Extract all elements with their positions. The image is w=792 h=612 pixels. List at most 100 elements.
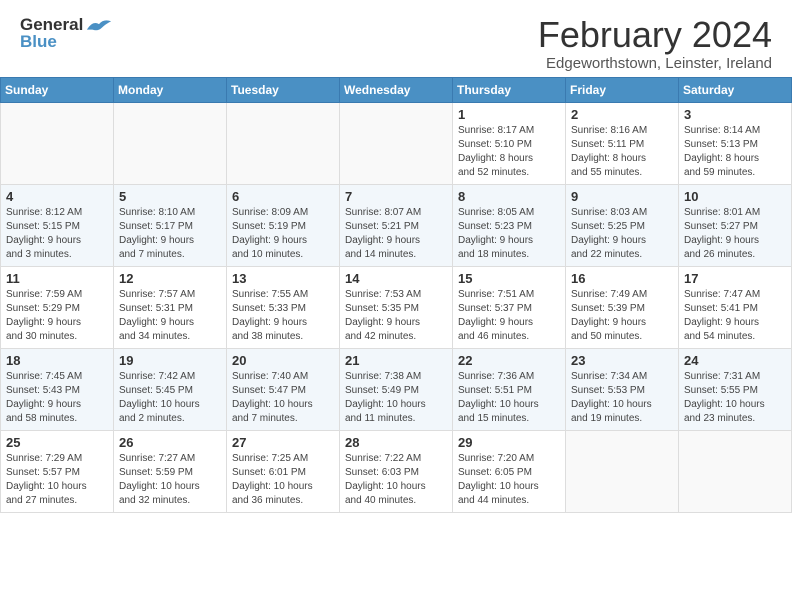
calendar-day-cell: 26Sunrise: 7:27 AM Sunset: 5:59 PM Dayli…	[114, 430, 227, 512]
calendar-day-cell: 17 Sunrise: 7:47 AM Sunset: 5:41 PM Dayli…	[679, 266, 792, 348]
day-number: 13	[232, 271, 334, 286]
day-number: 9	[571, 189, 673, 204]
calendar-day-cell: 5 Sunrise: 8:10 AM Sunset: 5:17 PM Daylig…	[114, 184, 227, 266]
day-number: 11	[6, 271, 108, 286]
calendar-day-cell: 24Sunrise: 7:31 AM Sunset: 5:55 PM Dayli…	[679, 348, 792, 430]
day-info: Sunrise: 7:38 AM Sunset: 5:49 PM Dayligh…	[345, 370, 447, 426]
calendar-day-cell: 20 Sunrise: 7:40 AM Sunset: 5:47 PM Dayli…	[227, 348, 340, 430]
day-number: 3	[684, 107, 786, 122]
logo-blue-text: Blue	[20, 32, 57, 52]
day-number: 17	[684, 271, 786, 286]
calendar-day-cell	[340, 102, 453, 184]
day-info: Sunrise: 7:20 AM Sunset: 6:05 PM Dayligh…	[458, 452, 560, 508]
calendar-day-cell: 25Sunrise: 7:29 AM Sunset: 5:57 PM Dayli…	[1, 430, 114, 512]
day-number: 28	[345, 435, 447, 450]
day-info: Sunrise: 7:59 AM Sunset: 5:29 PM Dayligh…	[6, 288, 108, 344]
calendar-day-cell: 15 Sunrise: 7:51 AM Sunset: 5:37 PM Dayli…	[453, 266, 566, 348]
day-number: 12	[119, 271, 221, 286]
day-info: Sunrise: 7:53 AM Sunset: 5:35 PM Dayligh…	[345, 288, 447, 344]
logo: General Blue	[20, 15, 113, 52]
calendar-day-cell: 16 Sunrise: 7:49 AM Sunset: 5:39 PM Dayli…	[566, 266, 679, 348]
day-info: Sunrise: 8:03 AM Sunset: 5:25 PM Dayligh…	[571, 206, 673, 262]
day-number: 8	[458, 189, 560, 204]
day-info: Sunrise: 7:31 AM Sunset: 5:55 PM Dayligh…	[684, 370, 786, 426]
day-number: 29	[458, 435, 560, 450]
calendar-day-cell	[566, 430, 679, 512]
day-info: Sunrise: 7:25 AM Sunset: 6:01 PM Dayligh…	[232, 452, 334, 508]
calendar-day-cell: 21 Sunrise: 7:38 AM Sunset: 5:49 PM Dayli…	[340, 348, 453, 430]
day-info: Sunrise: 7:55 AM Sunset: 5:33 PM Dayligh…	[232, 288, 334, 344]
day-number: 16	[571, 271, 673, 286]
day-of-week-header: Saturday	[679, 77, 792, 102]
calendar-day-cell: 12 Sunrise: 7:57 AM Sunset: 5:31 PM Dayli…	[114, 266, 227, 348]
day-number: 21	[345, 353, 447, 368]
day-of-week-header: Wednesday	[340, 77, 453, 102]
day-info: Sunrise: 8:01 AM Sunset: 5:27 PM Dayligh…	[684, 206, 786, 262]
day-info: Sunrise: 7:47 AM Sunset: 5:41 PM Dayligh…	[684, 288, 786, 344]
calendar-day-cell	[679, 430, 792, 512]
calendar-header-row: SundayMondayTuesdayWednesdayThursdayFrid…	[1, 77, 792, 102]
day-info: Sunrise: 8:14 AM Sunset: 5:13 PM Dayligh…	[684, 124, 786, 180]
calendar-table: SundayMondayTuesdayWednesdayThursdayFrid…	[0, 77, 792, 513]
day-of-week-header: Tuesday	[227, 77, 340, 102]
day-info: Sunrise: 8:16 AM Sunset: 5:11 PM Dayligh…	[571, 124, 673, 180]
day-info: Sunrise: 7:34 AM Sunset: 5:53 PM Dayligh…	[571, 370, 673, 426]
title-block: February 2024 Edgeworthstown, Leinster, …	[538, 15, 772, 72]
day-info: Sunrise: 8:10 AM Sunset: 5:17 PM Dayligh…	[119, 206, 221, 262]
calendar-day-cell: 29 Sunrise: 7:20 AM Sunset: 6:05 PM Dayli…	[453, 430, 566, 512]
day-info: Sunrise: 8:12 AM Sunset: 5:15 PM Dayligh…	[6, 206, 108, 262]
day-info: Sunrise: 7:27 AM Sunset: 5:59 PM Dayligh…	[119, 452, 221, 508]
calendar-day-cell: 4 Sunrise: 8:12 AM Sunset: 5:15 PM Daylig…	[1, 184, 114, 266]
calendar-day-cell: 14Sunrise: 7:53 AM Sunset: 5:35 PM Dayli…	[340, 266, 453, 348]
day-number: 20	[232, 353, 334, 368]
page-header: General Blue February 2024 Edgeworthstow…	[0, 0, 792, 77]
logo-bird-icon	[85, 16, 113, 34]
day-info: Sunrise: 7:51 AM Sunset: 5:37 PM Dayligh…	[458, 288, 560, 344]
calendar-day-cell: 18 Sunrise: 7:45 AM Sunset: 5:43 PM Dayli…	[1, 348, 114, 430]
calendar-day-cell: 2 Sunrise: 8:16 AM Sunset: 5:11 PM Daylig…	[566, 102, 679, 184]
month-title: February 2024	[538, 15, 772, 55]
calendar-day-cell	[114, 102, 227, 184]
day-number: 2	[571, 107, 673, 122]
calendar-day-cell: 28 Sunrise: 7:22 AM Sunset: 6:03 PM Dayli…	[340, 430, 453, 512]
calendar-day-cell: 13 Sunrise: 7:55 AM Sunset: 5:33 PM Dayli…	[227, 266, 340, 348]
calendar-day-cell: 6Sunrise: 8:09 AM Sunset: 5:19 PM Daylig…	[227, 184, 340, 266]
day-of-week-header: Thursday	[453, 77, 566, 102]
calendar-week-row: 18 Sunrise: 7:45 AM Sunset: 5:43 PM Dayli…	[1, 348, 792, 430]
day-info: Sunrise: 7:49 AM Sunset: 5:39 PM Dayligh…	[571, 288, 673, 344]
calendar-day-cell: 9 Sunrise: 8:03 AM Sunset: 5:25 PM Daylig…	[566, 184, 679, 266]
day-number: 19	[119, 353, 221, 368]
day-info: Sunrise: 7:36 AM Sunset: 5:51 PM Dayligh…	[458, 370, 560, 426]
day-number: 5	[119, 189, 221, 204]
day-info: Sunrise: 7:57 AM Sunset: 5:31 PM Dayligh…	[119, 288, 221, 344]
day-number: 4	[6, 189, 108, 204]
day-info: Sunrise: 8:17 AM Sunset: 5:10 PM Dayligh…	[458, 124, 560, 180]
calendar-day-cell	[1, 102, 114, 184]
day-number: 22	[458, 353, 560, 368]
day-number: 23	[571, 353, 673, 368]
day-info: Sunrise: 7:40 AM Sunset: 5:47 PM Dayligh…	[232, 370, 334, 426]
day-number: 18	[6, 353, 108, 368]
calendar-day-cell: 7Sunrise: 8:07 AM Sunset: 5:21 PM Daylig…	[340, 184, 453, 266]
calendar-day-cell: 23 Sunrise: 7:34 AM Sunset: 5:53 PM Dayli…	[566, 348, 679, 430]
calendar-week-row: 11 Sunrise: 7:59 AM Sunset: 5:29 PM Dayli…	[1, 266, 792, 348]
calendar-day-cell: 27Sunrise: 7:25 AM Sunset: 6:01 PM Dayli…	[227, 430, 340, 512]
calendar-day-cell: 3 Sunrise: 8:14 AM Sunset: 5:13 PM Daylig…	[679, 102, 792, 184]
calendar-day-cell	[227, 102, 340, 184]
day-of-week-header: Friday	[566, 77, 679, 102]
day-number: 25	[6, 435, 108, 450]
calendar-week-row: 25Sunrise: 7:29 AM Sunset: 5:57 PM Dayli…	[1, 430, 792, 512]
day-number: 15	[458, 271, 560, 286]
calendar-day-cell: 10 Sunrise: 8:01 AM Sunset: 5:27 PM Dayli…	[679, 184, 792, 266]
day-of-week-header: Sunday	[1, 77, 114, 102]
day-number: 1	[458, 107, 560, 122]
calendar-week-row: 1 Sunrise: 8:17 AM Sunset: 5:10 PM Daylig…	[1, 102, 792, 184]
calendar-day-cell: 22 Sunrise: 7:36 AM Sunset: 5:51 PM Dayli…	[453, 348, 566, 430]
day-number: 10	[684, 189, 786, 204]
calendar-day-cell: 1 Sunrise: 8:17 AM Sunset: 5:10 PM Daylig…	[453, 102, 566, 184]
day-info: Sunrise: 7:42 AM Sunset: 5:45 PM Dayligh…	[119, 370, 221, 426]
day-info: Sunrise: 7:22 AM Sunset: 6:03 PM Dayligh…	[345, 452, 447, 508]
day-info: Sunrise: 7:45 AM Sunset: 5:43 PM Dayligh…	[6, 370, 108, 426]
day-info: Sunrise: 8:09 AM Sunset: 5:19 PM Dayligh…	[232, 206, 334, 262]
day-info: Sunrise: 8:05 AM Sunset: 5:23 PM Dayligh…	[458, 206, 560, 262]
